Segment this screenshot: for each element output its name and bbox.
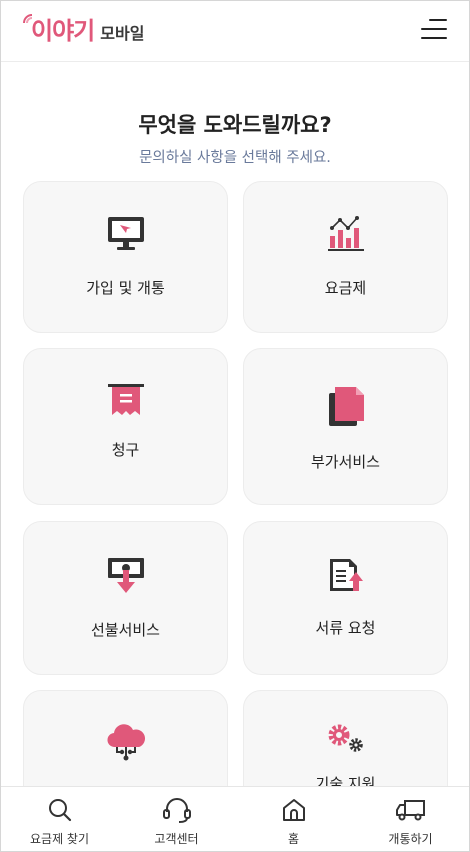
- receipt-icon: [107, 384, 144, 415]
- main-content: 무엇을 도와드릴까요? 문의하실 사항을 선택해 주세요. 가입 및 개통 요금…: [1, 62, 469, 786]
- menu-line: [421, 37, 447, 39]
- category-card-signup[interactable]: 가입 및 개통: [23, 181, 228, 333]
- tab-label: 홈: [287, 832, 300, 846]
- home-icon: [282, 799, 305, 821]
- bottom-tab-bar: 요금제 찾기 고객센터 홈 개통하기: [1, 786, 469, 851]
- card-label: 서류 요청: [315, 619, 376, 637]
- category-card-plans[interactable]: 요금제: [243, 181, 448, 333]
- logo-main-text: 이야기: [31, 17, 95, 45]
- hamburger-menu-button[interactable]: [419, 19, 447, 41]
- tab-plan-search[interactable]: 요금제 찾기: [1, 787, 118, 851]
- signal-wave-icon: [23, 14, 33, 24]
- gears-icon: [328, 724, 363, 752]
- card-label: 청구: [111, 441, 140, 459]
- tab-label: 고객센터: [154, 832, 199, 846]
- monitor-icon: [107, 217, 144, 250]
- tab-home[interactable]: 홈: [235, 787, 352, 851]
- category-card-billing[interactable]: 청구: [23, 348, 228, 505]
- card-label: 선불서비스: [90, 621, 160, 639]
- tab-customer-center[interactable]: 고객센터: [118, 787, 235, 851]
- document-upload-icon: [329, 559, 363, 591]
- page-subtitle: 문의하실 사항을 선택해 주세요.: [139, 150, 331, 166]
- card-label: 요금제: [324, 279, 367, 297]
- menu-line: [429, 19, 447, 21]
- card-label: 가입 및 개통: [86, 279, 165, 297]
- card-label: 기술 지원: [315, 775, 376, 786]
- logo-sub-text: 모바일: [100, 24, 145, 43]
- tab-activation[interactable]: 개통하기: [352, 787, 469, 851]
- app-frame: 이야기 모바일 무엇을 도와드릴까요? 문의하실 사항을 선택해 주세요. 가입…: [0, 0, 470, 852]
- headset-icon: [162, 798, 191, 823]
- category-card-documents[interactable]: 서류 요청: [243, 521, 448, 675]
- category-card-cloud[interactable]: [23, 690, 228, 786]
- money-download-icon: [107, 558, 144, 593]
- search-icon: [48, 799, 71, 822]
- truck-icon: [395, 800, 425, 821]
- category-card-prepaid[interactable]: 선불서비스: [23, 521, 228, 675]
- header: 이야기 모바일: [1, 1, 469, 62]
- chart-icon: [327, 216, 364, 251]
- logo[interactable]: 이야기 모바일: [23, 14, 145, 47]
- menu-line: [421, 28, 447, 30]
- page-title: 무엇을 도와드릴까요?: [138, 113, 332, 137]
- tab-label: 요금제 찾기: [29, 832, 89, 846]
- documents-icon: [328, 387, 364, 426]
- cloud-icon: [106, 724, 145, 761]
- card-label: 부가서비스: [310, 453, 380, 471]
- category-card-tech-support[interactable]: 기술 지원: [243, 690, 448, 786]
- tab-label: 개통하기: [388, 832, 433, 846]
- category-card-addons[interactable]: 부가서비스: [243, 348, 448, 505]
